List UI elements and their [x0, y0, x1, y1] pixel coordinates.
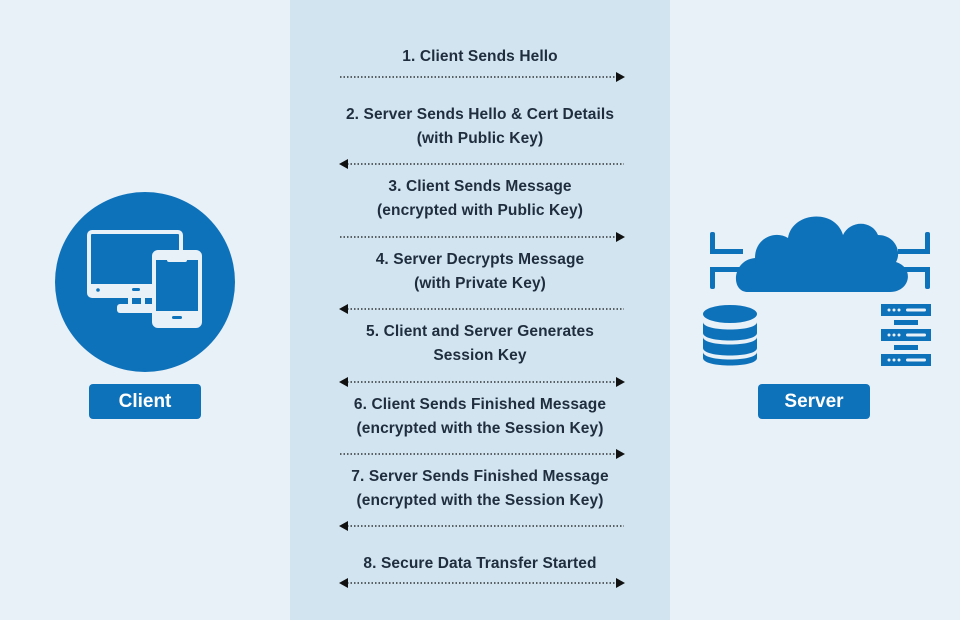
step-line-2: Session Key [433, 347, 527, 364]
step-line-2: (with Public Key) [416, 130, 544, 147]
arrowhead-right-icon [616, 232, 625, 242]
arrow-step-1 [338, 71, 626, 83]
arrowhead-left-icon [339, 377, 348, 387]
database-icon [703, 305, 757, 366]
cloud-icon [735, 216, 908, 292]
step-line-1: 7. Server Sends Finished Message [351, 468, 609, 485]
arrowhead-left-icon [339, 521, 348, 531]
step-line-2: (encrypted with Public Key) [377, 202, 583, 219]
arrow-step-3 [338, 231, 626, 243]
step-6: 6. Client Sends Finished Message (encryp… [290, 393, 670, 441]
arrow-step-4 [338, 303, 626, 315]
step-line-1: 3. Client Sends Message [388, 178, 572, 195]
arrowhead-right-icon [616, 449, 625, 459]
arrowhead-left-icon [339, 159, 348, 169]
arrowhead-right-icon [616, 72, 625, 82]
arrow-step-5 [338, 376, 626, 388]
step-1: 1. Client Sends Hello [290, 45, 670, 69]
client-circle [55, 192, 235, 372]
arrowhead-left-icon [339, 578, 348, 588]
client-label: Client [89, 384, 201, 419]
arrowhead-right-icon [616, 377, 625, 387]
step-line-2: (encrypted with the Session Key) [356, 420, 604, 437]
step-8: 8. Secure Data Transfer Started [290, 552, 670, 576]
step-3: 3. Client Sends Message (encrypted with … [290, 175, 670, 223]
step-line-1: 6. Client Sends Finished Message [353, 396, 607, 413]
arrow-step-6 [338, 448, 626, 460]
server-rack-icon [881, 304, 931, 366]
arrowhead-right-icon [616, 578, 625, 588]
step-7: 7. Server Sends Finished Message (encryp… [290, 465, 670, 513]
step-line-1: 5. Client and Server Generates [366, 323, 594, 340]
arrow-step-7 [338, 520, 626, 532]
step-line-1: 1. Client Sends Hello [402, 48, 558, 65]
step-line-1: 2. Server Sends Hello & Cert Details [345, 106, 615, 123]
step-line-2: (with Private Key) [414, 275, 546, 292]
step-4: 4. Server Decrypts Message (with Private… [290, 248, 670, 296]
step-5: 5. Client and Server Generates Session K… [290, 320, 670, 368]
step-line-1: 4. Server Decrypts Message [375, 251, 585, 268]
step-line-1: 8. Secure Data Transfer Started [363, 555, 597, 572]
arrow-step-8 [338, 577, 626, 589]
step-line-2: (encrypted with the Session Key) [356, 492, 604, 509]
devices-icon [87, 230, 202, 328]
arrowhead-left-icon [339, 304, 348, 314]
arrow-step-2 [338, 158, 626, 170]
server-illustration [703, 216, 931, 366]
step-2: 2. Server Sends Hello & Cert Details (wi… [290, 103, 670, 151]
server-label: Server [758, 384, 870, 419]
